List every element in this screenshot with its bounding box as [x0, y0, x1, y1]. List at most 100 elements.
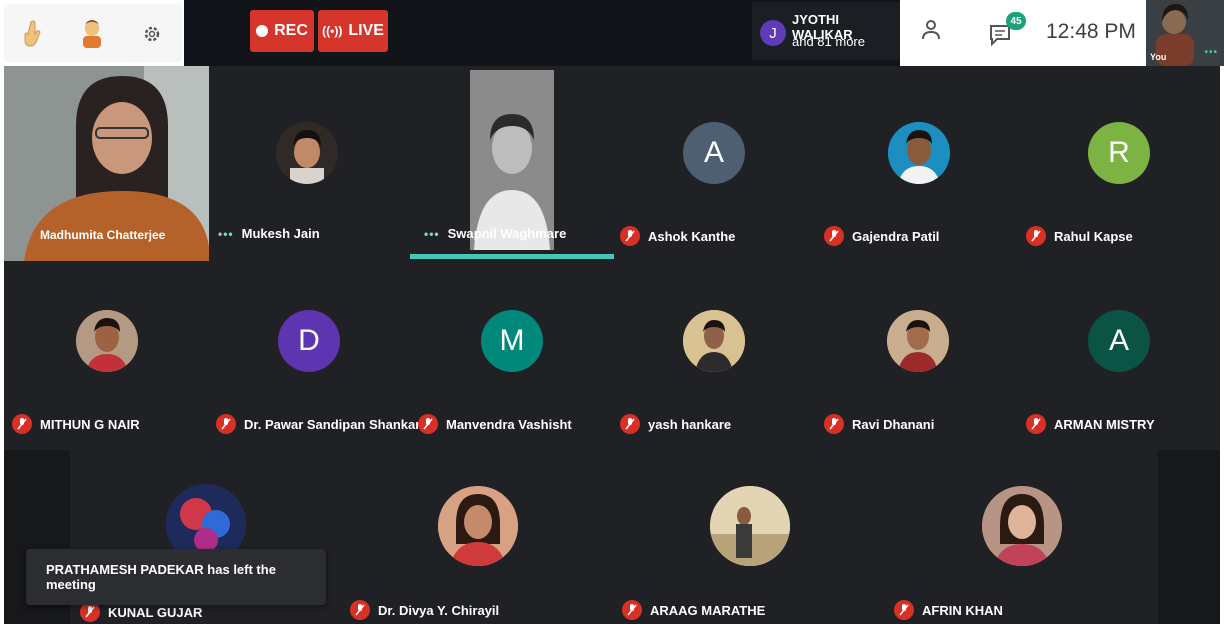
- avatar-initial: A: [703, 136, 724, 169]
- avatar-photo-icon: [888, 122, 950, 184]
- audio-indicator-icon: •••: [218, 226, 234, 241]
- camera-feed-icon: [470, 70, 554, 250]
- avatar-photo-icon: [982, 486, 1062, 566]
- participant-name-row: ARMAN MISTRY: [1026, 414, 1155, 434]
- avatar-photo-icon: [710, 486, 790, 566]
- mic-off-icon: [216, 414, 236, 434]
- participant-name: ARAAG MARATHE: [650, 602, 766, 618]
- self-label: You: [1150, 52, 1167, 62]
- participant-name-row: KUNAL GUJAR: [80, 602, 202, 622]
- mic-off-icon: [1026, 414, 1046, 434]
- participant-name: Madhumita Chatterjee: [40, 228, 166, 242]
- toast-message: PRATHAMESH PADEKAR has left the meeting: [46, 562, 276, 592]
- avatar-photo-icon: [438, 486, 518, 566]
- participant-name: Swapnil Waghmare: [447, 226, 567, 241]
- participant-name: Dr. Pawar Sandipan Shankar: [244, 416, 421, 432]
- left-meeting-toast: PRATHAMESH PADEKAR has left the meeting: [26, 549, 326, 605]
- grid-side-right: [1158, 450, 1220, 624]
- mic-off-icon: [80, 602, 100, 622]
- participant-name: yash hankare: [648, 416, 732, 432]
- participant-name-row: ••• Mukesh Jain: [218, 226, 320, 241]
- emoji-icon[interactable]: [76, 18, 108, 50]
- mic-off-icon: [824, 226, 844, 246]
- participant-name: Ravi Dhanani: [852, 416, 935, 432]
- participant-name-row: MITHUN G NAIR: [12, 414, 140, 434]
- participant-name-row: Dr. Divya Y. Chirayil: [350, 600, 499, 620]
- live-label: LIVE: [348, 22, 384, 39]
- participant-name-row: Gajendra Patil: [824, 226, 939, 246]
- participant-photo-ravi: [887, 310, 949, 372]
- clock: 12:48 PM: [1046, 20, 1136, 43]
- self-view[interactable]: You •••: [1146, 0, 1224, 66]
- avatar-photo-icon: [887, 310, 949, 372]
- avatar-initial: M: [499, 324, 525, 357]
- people-icon[interactable]: [922, 18, 962, 48]
- live-icon: ((•)): [322, 24, 343, 38]
- participant-name-row: Ravi Dhanani: [824, 414, 934, 434]
- mic-off-icon: [620, 414, 640, 434]
- rec-button[interactable]: REC: [250, 10, 314, 52]
- participant-name: Mukesh Jain: [241, 226, 320, 241]
- presenter-avatar: J: [760, 20, 786, 46]
- participant-photo-afrin: [982, 486, 1062, 566]
- participant-name: Manvendra Vashisht: [446, 416, 572, 432]
- mic-off-icon: [620, 226, 640, 246]
- participant-name-row: Ashok Kanthe: [620, 226, 735, 246]
- avatar-photo-icon: [276, 122, 338, 184]
- mic-off-icon: [1026, 226, 1046, 246]
- audio-indicator-icon: •••: [424, 226, 440, 241]
- avatar-initial: R: [1108, 136, 1130, 169]
- mic-off-icon: [622, 600, 642, 620]
- participant-name-row: Madhumita Chatterjee: [40, 228, 165, 242]
- participant-photo-araag: [710, 486, 790, 566]
- participant-name-row: Rahul Kapse: [1026, 226, 1133, 246]
- self-audio-indicator: •••: [1204, 47, 1218, 58]
- participant-name-row: yash hankare: [620, 414, 731, 434]
- participant-name: Rahul Kapse: [1054, 228, 1133, 244]
- live-button[interactable]: ((•)) LIVE: [318, 10, 388, 52]
- presenter-more: and 81 more: [792, 34, 865, 49]
- participant-avatar-manvendra: M: [481, 310, 543, 372]
- participant-avatar-arman: A: [1088, 310, 1150, 372]
- participant-photo-mithun: [76, 310, 138, 372]
- settings-icon[interactable]: [136, 18, 168, 50]
- mic-off-icon: [418, 414, 438, 434]
- participant-name-row: ••• Swapnil Waghmare: [424, 226, 566, 241]
- participant-photo-divya: [438, 486, 518, 566]
- participant-photo-mukesh: [276, 122, 338, 184]
- participant-name: Gajendra Patil: [852, 228, 940, 244]
- avatar-initial: A: [1108, 324, 1129, 357]
- avatar-photo-icon: [683, 310, 745, 372]
- participant-avatar-pawar: D: [278, 310, 340, 372]
- participant-camera-madhumita[interactable]: Madhumita Chatterjee: [4, 66, 209, 261]
- toolbar-left-group: [4, 4, 182, 62]
- active-speaker-chip[interactable]: J JYOTHI WALIKAR and 81 more: [752, 2, 900, 60]
- participant-name: ARMAN MISTRY: [1054, 416, 1155, 432]
- participant-name: Ashok Kanthe: [648, 228, 736, 244]
- participant-name-row: Dr. Pawar Sandipan Shankar: [216, 414, 420, 434]
- participant-photo-yash: [683, 310, 745, 372]
- participant-name-row: AFRIN KHAN: [894, 600, 1003, 620]
- participant-photo-gajendra: [888, 122, 950, 184]
- avatar-photo-icon: [76, 310, 138, 372]
- avatar-initial: D: [298, 324, 320, 357]
- participant-avatar-rahul: R: [1088, 122, 1150, 184]
- mic-off-icon: [350, 600, 370, 620]
- meeting-toolbar: REC ((•)) LIVE J JYOTHI WALIKAR and 81 m…: [0, 0, 1224, 66]
- raise-hand-icon[interactable]: [18, 18, 50, 50]
- participant-name: KUNAL GUJAR: [108, 604, 203, 620]
- participant-avatar-ashok: A: [683, 122, 745, 184]
- active-speaker-indicator: [410, 254, 614, 259]
- participant-camera-swapnil[interactable]: [470, 70, 554, 250]
- mic-off-icon: [12, 414, 32, 434]
- record-icon: [256, 25, 269, 37]
- participant-name: Dr. Divya Y. Chirayil: [378, 602, 500, 618]
- mic-off-icon: [894, 600, 914, 620]
- mic-off-icon: [824, 414, 844, 434]
- participant-name: MITHUN G NAIR: [40, 416, 140, 432]
- participant-name-row: ARAAG MARATHE: [622, 600, 765, 620]
- participant-name-row: Manvendra Vashisht: [418, 414, 572, 434]
- chat-badge: 45: [1006, 12, 1026, 30]
- rec-label: REC: [274, 22, 308, 39]
- participant-name: AFRIN KHAN: [922, 602, 1003, 618]
